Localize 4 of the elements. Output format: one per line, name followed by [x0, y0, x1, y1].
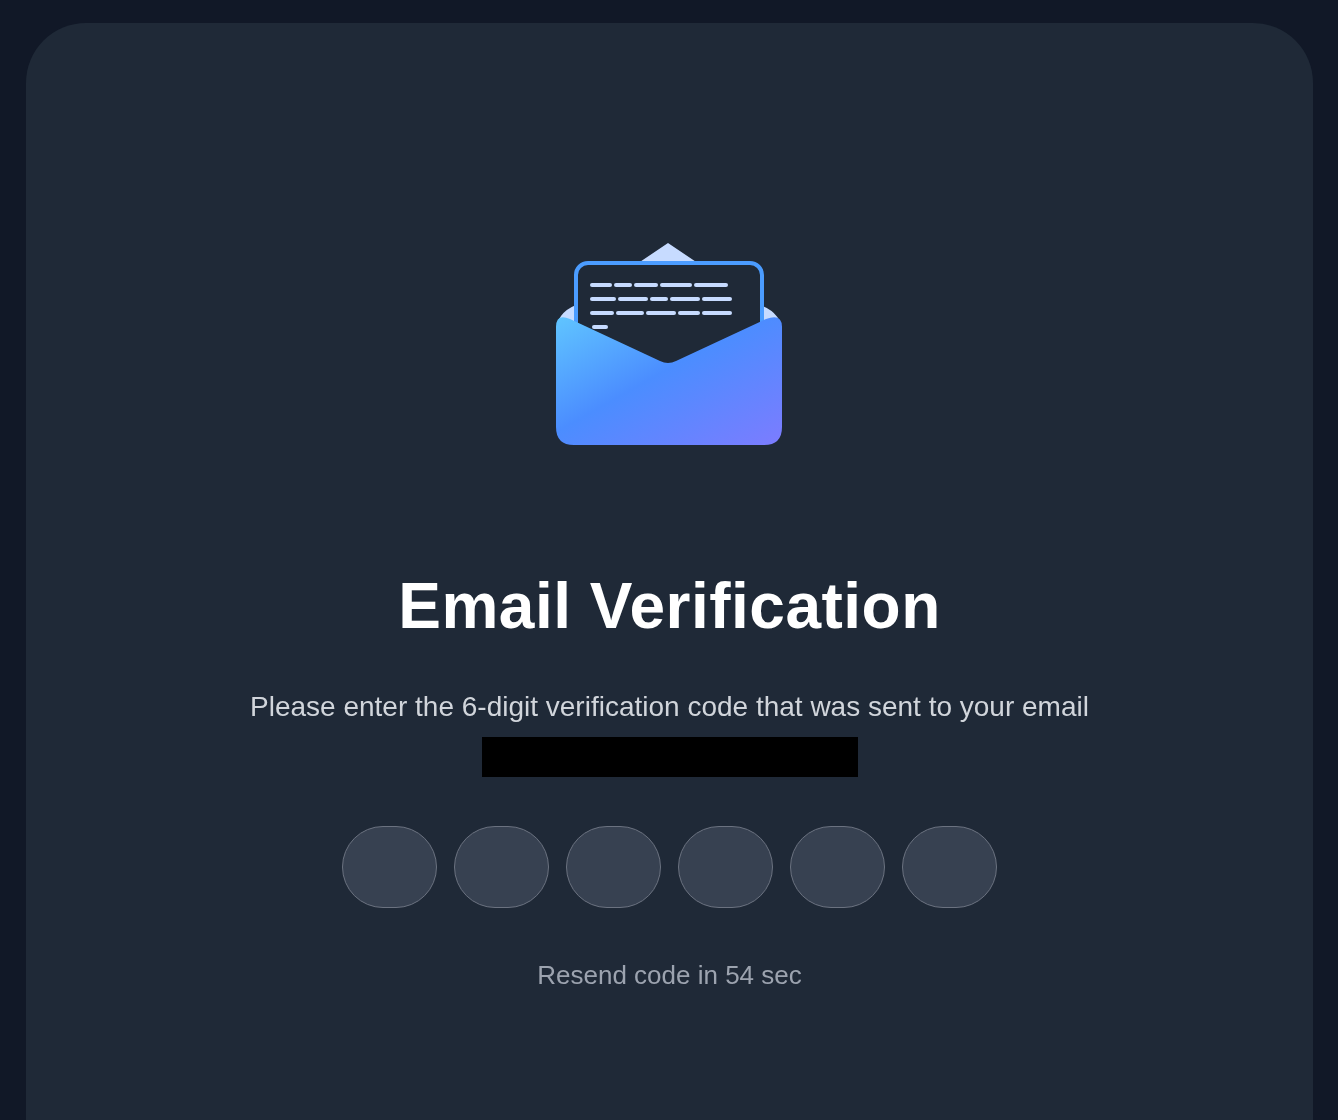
page-title: Email Verification: [398, 569, 941, 643]
instruction-text: Please enter the 6-digit verification code that was sent to your email: [250, 691, 1089, 723]
envelope-icon: [555, 243, 784, 447]
resend-timer-text: Resend code in 54 sec: [537, 960, 802, 991]
